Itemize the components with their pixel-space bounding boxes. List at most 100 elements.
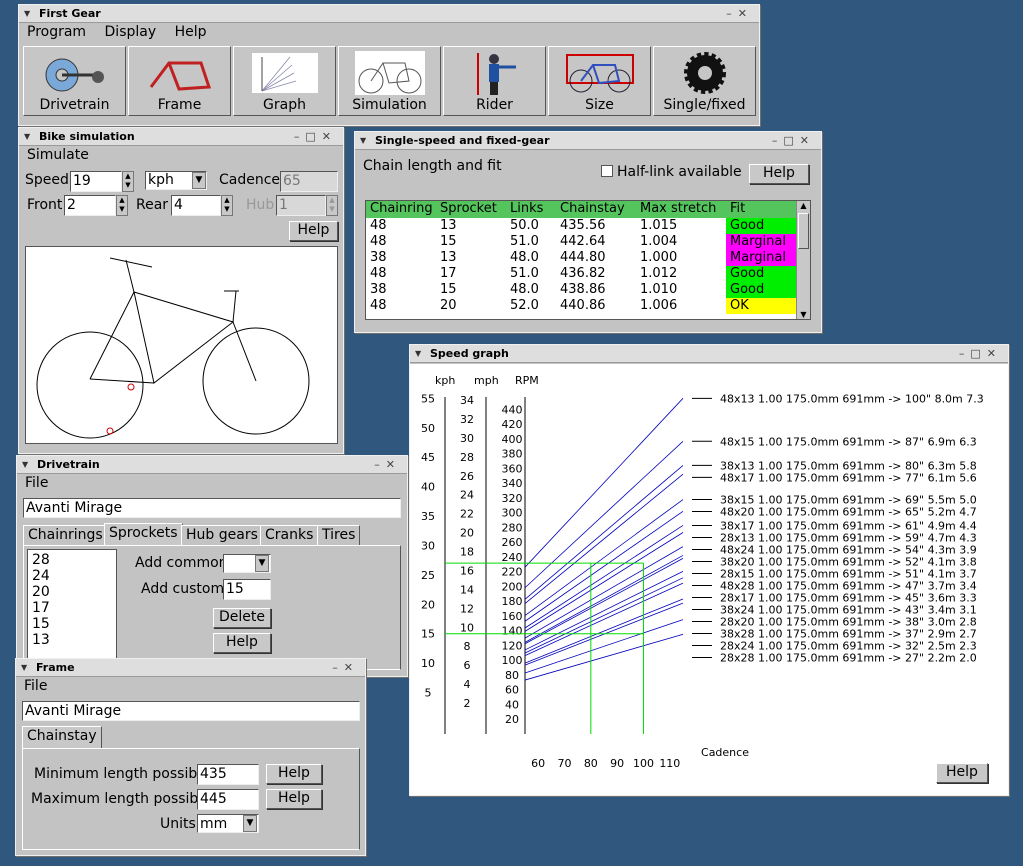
speed-field[interactable]: 19 xyxy=(70,171,122,192)
window-controls-icon[interactable]: –□✕ xyxy=(959,345,1002,362)
table-cell: 13 xyxy=(440,250,457,265)
mph-tick-label: 16 xyxy=(460,564,474,577)
simulation-button[interactable]: Simulation xyxy=(338,46,441,116)
menu-simulate[interactable]: Simulate xyxy=(27,147,89,163)
window-menu-icon[interactable]: ▼ xyxy=(24,128,30,145)
table-cell: 436.82 xyxy=(560,266,606,281)
window-menu-icon[interactable]: ▼ xyxy=(360,132,366,149)
window-controls-icon[interactable]: –□✕ xyxy=(772,132,815,149)
chevron-down-icon[interactable]: ▼ xyxy=(243,815,257,832)
list-item[interactable]: 15 xyxy=(32,616,116,632)
max-length-field[interactable]: 445 xyxy=(197,789,259,810)
table-row[interactable]: 48 13 50.0 435.56 1.015 Good xyxy=(366,218,796,234)
help-button[interactable]: Help xyxy=(289,221,338,241)
scroll-up-icon[interactable]: ▲ xyxy=(797,201,810,210)
col-sprocket[interactable]: Sprocket xyxy=(440,201,497,217)
half-link-checkbox[interactable] xyxy=(601,165,613,177)
rear-spinner-icon[interactable]: ▲ ▼ xyxy=(221,195,233,216)
table-row[interactable]: 48 17 51.0 436.82 1.012 Good xyxy=(366,266,796,282)
cadence-tick-label: 110 xyxy=(659,757,680,770)
tab-cranks[interactable]: Cranks xyxy=(260,525,319,545)
table-row[interactable]: 38 13 48.0 444.80 1.000 Marginal xyxy=(366,250,796,266)
frame-label: Frame xyxy=(157,97,202,113)
title-bar[interactable]: ▼ Frame –✕ xyxy=(16,659,365,677)
tab-hub-gears[interactable]: Hub gears xyxy=(181,525,263,545)
title-bar[interactable]: ▼ Bike simulation –□✕ xyxy=(19,128,343,146)
front-spinner-icon[interactable]: ▲ ▼ xyxy=(116,195,128,216)
title-bar[interactable]: ▼ Drivetrain –✕ xyxy=(17,456,407,474)
help-button[interactable]: Help xyxy=(936,763,988,783)
window-menu-icon[interactable]: ▼ xyxy=(21,659,27,676)
scroll-down-icon[interactable]: ▼ xyxy=(797,310,810,319)
chevron-down-icon[interactable]: ▼ xyxy=(192,172,206,189)
max-help-button[interactable]: Help xyxy=(266,789,322,809)
chevron-down-icon[interactable]: ▼ xyxy=(255,555,269,572)
list-item[interactable]: 28 xyxy=(32,552,116,568)
window-title: Bike simulation xyxy=(39,130,135,143)
title-bar[interactable]: ▼ Speed graph –□✕ xyxy=(410,345,1008,363)
bike-name-field[interactable]: Avanti Mirage xyxy=(23,498,401,518)
close-icon[interactable]: –✕ xyxy=(726,5,753,22)
window-controls-icon[interactable]: –✕ xyxy=(374,456,401,473)
rpm-tick-label: 100 xyxy=(502,654,523,667)
add-custom-field[interactable]: 15 xyxy=(223,579,271,600)
drivetrain-button[interactable]: Drivetrain xyxy=(23,46,126,116)
title-bar[interactable]: ▼ Single-speed and fixed-gear –□✕ xyxy=(355,132,821,150)
tab-chainstay[interactable]: Chainstay xyxy=(22,726,102,748)
bike-drawing xyxy=(25,246,338,444)
col-links[interactable]: Links xyxy=(510,201,543,217)
rider-button[interactable]: Rider xyxy=(443,46,546,116)
table-row[interactable]: 38 15 48.0 438.86 1.010 Good xyxy=(366,282,796,298)
menu-help[interactable]: Help xyxy=(175,24,207,40)
col-fit[interactable]: Fit xyxy=(730,201,745,217)
list-item[interactable]: 20 xyxy=(32,584,116,600)
sprocket-list[interactable]: 28 24 20 17 15 13 xyxy=(27,549,117,667)
menu-program[interactable]: Program xyxy=(27,24,86,40)
window-menu-icon[interactable]: ▼ xyxy=(415,345,421,362)
graph-button[interactable]: Graph xyxy=(233,46,336,116)
col-chainring[interactable]: Chainring xyxy=(370,201,433,217)
cadence-tick-label: 90 xyxy=(610,757,624,770)
add-common-label: Add common xyxy=(135,555,228,571)
help-button[interactable]: Help xyxy=(213,633,271,653)
menu-file[interactable]: File xyxy=(24,678,47,694)
list-item[interactable]: 17 xyxy=(32,600,116,616)
single-fixed-button[interactable]: Single/fixed xyxy=(653,46,756,116)
list-item[interactable]: 13 xyxy=(32,632,116,648)
menu-bar: Program Display Help xyxy=(19,23,759,41)
list-item[interactable]: 24 xyxy=(32,568,116,584)
series-line xyxy=(524,633,684,681)
window-menu-icon[interactable]: ▼ xyxy=(22,456,28,473)
table-scrollbar[interactable]: ▲ ▼ xyxy=(796,201,810,319)
window-menu-icon[interactable]: ▼ xyxy=(24,5,30,22)
col-max-stretch[interactable]: Max stretch xyxy=(640,201,716,217)
frame-button[interactable]: Frame xyxy=(128,46,231,116)
speed-spinner-icon[interactable]: ▲ ▼ xyxy=(122,171,134,192)
rpm-tick-label: 80 xyxy=(505,669,519,682)
menu-file[interactable]: File xyxy=(25,475,48,491)
min-help-button[interactable]: Help xyxy=(266,764,322,784)
table-row[interactable]: 48 15 51.0 442.64 1.004 Marginal xyxy=(366,234,796,250)
help-button[interactable]: Help xyxy=(749,164,809,184)
tab-chainrings[interactable]: Chainrings xyxy=(23,525,108,545)
size-button[interactable]: Size xyxy=(548,46,651,116)
tab-tires[interactable]: Tires xyxy=(317,525,361,545)
menu-display[interactable]: Display xyxy=(105,24,157,40)
delete-button[interactable]: Delete xyxy=(213,608,271,628)
max-length-label: Maximum length possible xyxy=(31,791,211,807)
title-bar[interactable]: ▼ First Gear –✕ xyxy=(19,5,759,23)
rpm-tick-label: 60 xyxy=(505,684,519,697)
cadence-field: 65 xyxy=(280,171,338,192)
min-length-field[interactable]: 435 xyxy=(197,764,259,785)
table-row[interactable]: 48 20 52.0 440.86 1.006 OK xyxy=(366,298,796,314)
tab-sprockets[interactable]: Sprockets xyxy=(104,523,183,545)
mph-axis-label: mph xyxy=(474,374,499,387)
scroll-thumb[interactable] xyxy=(798,213,809,249)
front-field[interactable]: 2 xyxy=(64,195,116,216)
rear-field[interactable]: 4 xyxy=(171,195,221,216)
bike-name-field[interactable]: Avanti Mirage xyxy=(22,701,360,721)
col-chainstay[interactable]: Chainstay xyxy=(560,201,625,217)
window-controls-icon[interactable]: –□✕ xyxy=(294,128,337,145)
window-controls-icon[interactable]: –✕ xyxy=(332,659,359,676)
table-cell: 38 xyxy=(370,282,387,297)
